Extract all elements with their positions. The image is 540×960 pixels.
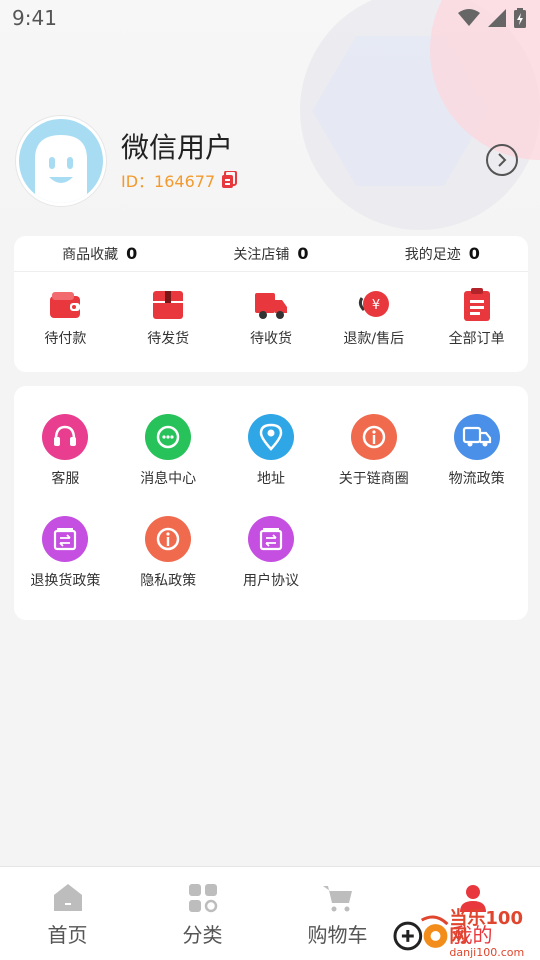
tab-category[interactable]: 分类: [135, 867, 270, 960]
service-customer-support[interactable]: 客服: [14, 414, 117, 516]
info-icon: [350, 414, 397, 460]
service-label: 关于链商圈: [338, 471, 409, 487]
service-label: 隐私政策: [140, 573, 197, 589]
services-card: 客服 消息中心 地址 关于链商圈 物流政策 退换货政策 隐私政策 用户协议: [14, 386, 528, 620]
stats-row: 商品收藏 0 关注店铺 0 我的足迹 0: [14, 236, 528, 272]
order-status-row: 待付款 待发货 待收货 ¥ 退款/售后 全部订单: [14, 272, 528, 348]
service-label: 退换货政策: [30, 573, 101, 589]
profile-arrow-button[interactable]: [486, 144, 518, 176]
orders-card: 商品收藏 0 关注店铺 0 我的足迹 0 待付款 待发货 待收货 ¥ 退款/售后…: [14, 236, 528, 372]
status-icons: [458, 8, 526, 28]
service-label: 物流政策: [448, 471, 505, 487]
location-icon: [247, 414, 294, 460]
order-label: 全部订单: [448, 331, 505, 347]
user-id-label: ID：164677: [121, 172, 216, 191]
tab-home[interactable]: 首页: [0, 867, 135, 960]
order-pending-receipt[interactable]: 待收货: [220, 288, 323, 348]
tab-label: 首页: [47, 923, 88, 947]
battery-icon: [514, 8, 526, 28]
service-about[interactable]: 关于链商圈: [322, 414, 425, 516]
order-refund-after-sale[interactable]: ¥ 退款/售后: [322, 288, 425, 348]
copy-icon[interactable]: [221, 171, 238, 189]
service-address[interactable]: 地址: [220, 414, 323, 516]
user-id: ID：164677: [121, 168, 238, 192]
service-message-center[interactable]: 消息中心: [117, 414, 220, 516]
exchange-icon: [247, 516, 294, 562]
order-label: 待发货: [147, 331, 190, 347]
category-icon: [188, 884, 217, 913]
stat-label: 商品收藏: [62, 246, 119, 263]
order-all[interactable]: 全部订单: [425, 288, 528, 348]
order-pending-shipment[interactable]: 待发货: [117, 288, 220, 348]
stat-label: 关注店铺: [233, 246, 290, 263]
watermark-text: 当乐100网: [449, 907, 523, 947]
tab-label: 购物车: [307, 923, 368, 947]
stat-label: 我的足迹: [404, 246, 461, 263]
services-grid: 客服 消息中心 地址 关于链商圈 物流政策 退换货政策 隐私政策 用户协议: [14, 386, 528, 618]
watermark-sub: danji100.com: [449, 945, 525, 959]
avatar[interactable]: [16, 116, 106, 206]
stat-count: 0: [126, 243, 138, 263]
truck-icon: [453, 414, 500, 460]
service-label: 地址: [256, 471, 285, 487]
wifi-icon: [458, 9, 480, 26]
signal-icon: [488, 9, 506, 27]
status-bar: 9:41: [0, 0, 540, 36]
order-pending-payment[interactable]: 待付款: [14, 288, 117, 348]
service-privacy-policy[interactable]: 隐私政策: [117, 516, 220, 618]
service-user-agreement[interactable]: 用户协议: [220, 516, 323, 618]
profile-section[interactable]: 微信用户 ID：164677: [16, 116, 526, 208]
chat-icon: [145, 414, 192, 460]
truck-icon: [253, 288, 289, 322]
status-time: 9:41: [12, 6, 57, 30]
info-icon: [145, 516, 192, 562]
tab-cart[interactable]: 购物车: [270, 867, 405, 960]
headset-icon: [42, 414, 89, 460]
cart-icon: [322, 886, 352, 912]
watermark-logo: [393, 915, 449, 951]
service-label: 消息中心: [140, 471, 197, 487]
order-label: 待付款: [44, 331, 87, 347]
svg-text:¥: ¥: [372, 298, 380, 313]
service-label: 用户协议: [242, 573, 299, 589]
stat-favorites[interactable]: 商品收藏 0: [14, 244, 185, 264]
avatar-face-icon: [19, 119, 103, 203]
stat-footprints[interactable]: 我的足迹 0: [357, 244, 528, 264]
order-label: 退款/售后: [343, 331, 405, 347]
home-icon: [53, 884, 82, 911]
service-logistics-policy[interactable]: 物流政策: [425, 414, 528, 516]
site-watermark: 当乐100网 danji100.com: [392, 908, 540, 960]
clipboard-icon: [459, 288, 495, 322]
tab-label: 分类: [182, 923, 223, 947]
exchange-icon: [42, 516, 89, 562]
service-label: 客服: [51, 471, 80, 487]
service-return-policy[interactable]: 退换货政策: [14, 516, 117, 618]
stat-followed-shops[interactable]: 关注店铺 0: [185, 244, 356, 264]
stat-count: 0: [468, 243, 480, 263]
wallet-icon: [47, 288, 83, 322]
refund-icon: ¥: [356, 288, 392, 322]
stat-count: 0: [297, 243, 309, 263]
user-nickname: 微信用户: [121, 131, 234, 164]
order-label: 待收货: [249, 331, 292, 347]
chevron-right-icon: [498, 153, 507, 167]
package-icon: [150, 288, 186, 322]
